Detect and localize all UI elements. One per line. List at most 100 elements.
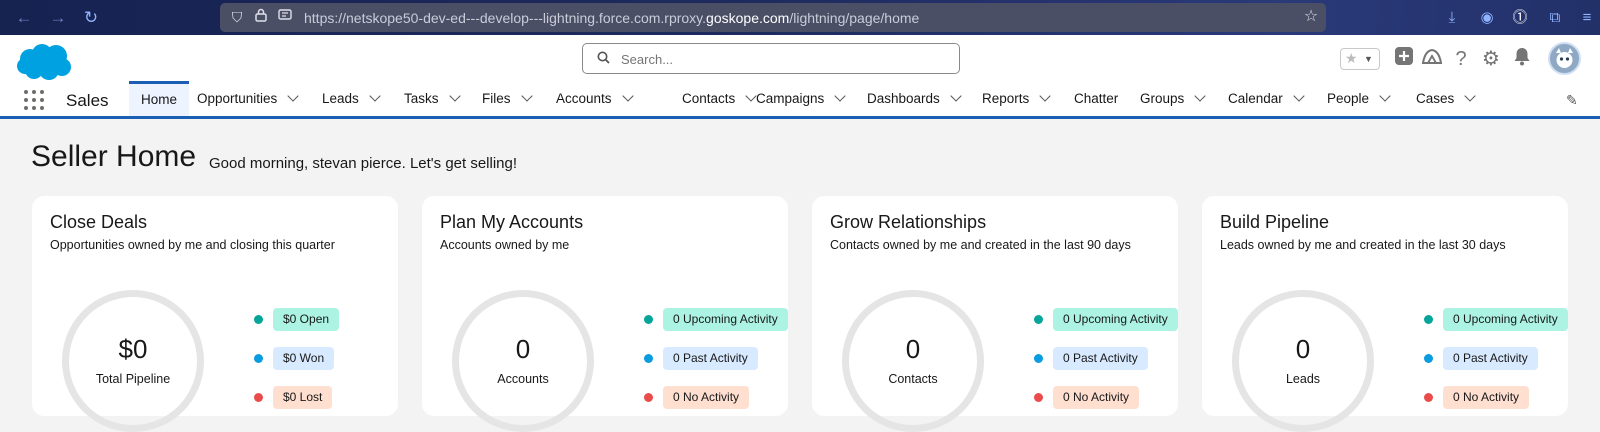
legend-pill[interactable]: $0 Open [273,308,340,331]
tab-calendar[interactable]: Calendar [1228,81,1305,116]
chevron-down-icon[interactable] [520,90,533,102]
ring-value: 0 [515,334,531,364]
tab-label: Home [141,92,178,107]
app-launcher-icon[interactable] [24,90,44,110]
url-domain: goskope.com [706,10,790,26]
password-manager-icon[interactable]: ⓵ [1509,7,1531,29]
browser-toolbar: ← → ↻ ⛉ https://netskope50-dev-ed---deve… [0,0,1600,35]
forward-icon[interactable]: → [47,7,69,29]
summary-ring: $0 Total Pipeline [62,290,204,432]
search-input[interactable] [621,49,941,69]
chevron-down-icon[interactable] [621,90,634,102]
legend-dot-icon [644,354,653,363]
user-avatar[interactable] [1548,42,1581,75]
tab-label: Leads [322,91,359,106]
tab-tasks[interactable]: Tasks [404,81,461,116]
legend-pill[interactable]: 0 Upcoming Activity [663,308,788,331]
salesforce-logo-icon[interactable] [16,43,72,81]
ring-label: Total Pipeline [95,372,171,386]
card-grow-relationships: Grow Relationships Contacts owned by me a… [812,196,1178,432]
address-bar[interactable]: ⛉ https://netskope50-dev-ed---develop---… [220,3,1326,32]
app-name: Sales [66,91,109,110]
chevron-down-icon[interactable] [1194,90,1206,102]
card-title[interactable]: Grow Relationships [830,212,986,233]
chevron-down-icon[interactable] [1293,90,1305,102]
chevron-down-icon[interactable]: ▼ [1364,54,1373,64]
summary-ring: 0 Accounts [452,290,594,432]
favorites-button[interactable]: ★ ▼ [1340,48,1380,70]
url-prefix: https://netskope50-dev-ed---develop---li… [304,10,707,26]
card-title[interactable]: Build Pipeline [1220,212,1329,233]
tab-label: Reports [982,91,1030,106]
star-icon: ★ [1345,50,1358,66]
tab-campaigns[interactable]: Campaigns [756,81,846,116]
chevron-down-icon[interactable] [834,90,846,102]
tab-home[interactable]: Home [129,81,190,116]
card-subtitle: Contacts owned by me and created in the … [830,238,1131,252]
trailhead-icon[interactable] [1420,46,1444,72]
tab-dashboards[interactable]: Dashboards [867,81,962,116]
card-title[interactable]: Close Deals [50,212,147,233]
bookmark-star-icon[interactable]: ☆ [1302,8,1320,26]
chevron-down-icon[interactable] [287,90,299,102]
tab-people[interactable]: People [1327,81,1391,116]
extensions-icon[interactable]: ⧉ [1544,7,1566,29]
reload-icon[interactable]: ↻ [80,7,102,29]
tab-label: Dashboards [867,91,940,106]
tab-label: Calendar [1228,91,1283,106]
tab-chatter[interactable]: Chatter [1074,81,1118,116]
legend-dot-icon [1034,315,1043,324]
setup-gear-icon[interactable]: ⚙ [1479,46,1503,72]
tab-label: Files [482,91,511,106]
lock-icon[interactable] [252,8,270,26]
tab-cases[interactable]: Cases [1416,81,1476,116]
global-actions-icon[interactable] [1393,46,1415,72]
download-icon[interactable]: ⤓ [1441,7,1463,29]
card-title[interactable]: Plan My Accounts [440,212,583,233]
legend-pill[interactable]: 0 Past Activity [1053,347,1148,370]
chevron-down-icon[interactable] [1039,90,1051,102]
edit-nav-pencil-icon[interactable]: ✎ [1566,92,1578,109]
page-info-icon[interactable] [276,8,294,26]
tab-label: Tasks [404,91,439,106]
tab-reports[interactable]: Reports [982,81,1051,116]
greeting-text: Good morning, stevan pierce. Let's get s… [209,155,518,172]
chevron-down-icon[interactable] [1379,90,1391,102]
ring-value: $0 [118,334,148,364]
tab-label: Cases [1416,91,1455,106]
tab-accounts[interactable]: Accounts [556,81,634,116]
legend-dot-icon [1034,354,1043,363]
chevron-down-icon[interactable] [369,90,381,102]
chevron-down-icon[interactable] [950,90,962,102]
card-subtitle: Accounts owned by me [440,238,570,252]
help-icon[interactable]: ? [1451,46,1471,72]
global-search[interactable] [582,43,960,74]
tab-files[interactable]: Files [482,81,533,116]
page-title: Seller Home [31,140,197,173]
shield-icon[interactable]: ⛉ [228,8,246,26]
tab-leads[interactable]: Leads [322,81,381,116]
chevron-down-icon[interactable] [1464,90,1476,102]
legend-pill[interactable]: 0 Past Activity [663,347,758,370]
legend-pill[interactable]: 0 Past Activity [1443,347,1538,370]
notifications-bell-icon[interactable] [1510,46,1534,72]
ring-label: Accounts [497,372,549,386]
legend-dot-icon [254,354,263,363]
menu-icon[interactable]: ≡ [1576,7,1598,29]
chevron-down-icon[interactable] [448,90,461,102]
legend-pill[interactable]: $0 Won [273,347,335,370]
tab-label: Groups [1140,91,1185,106]
back-icon[interactable]: ← [13,7,35,29]
account-icon[interactable]: ◉ [1476,7,1498,29]
legend-dot-icon [1424,354,1433,363]
tab-groups[interactable]: Groups [1140,81,1206,116]
tab-contacts[interactable]: Contacts [682,81,757,116]
summary-ring: 0 Contacts [842,290,984,432]
legend-dot-icon [254,315,263,324]
legend-pill[interactable]: 0 Upcoming Activity [1443,308,1568,331]
legend-pill[interactable]: 0 Upcoming Activity [1053,308,1178,331]
tab-opportunities[interactable]: Opportunities [197,81,299,116]
url-text[interactable]: https://netskope50-dev-ed---develop---li… [304,10,919,26]
tab-label: Opportunities [197,91,278,106]
summary-ring: 0 Leads [1232,290,1374,432]
